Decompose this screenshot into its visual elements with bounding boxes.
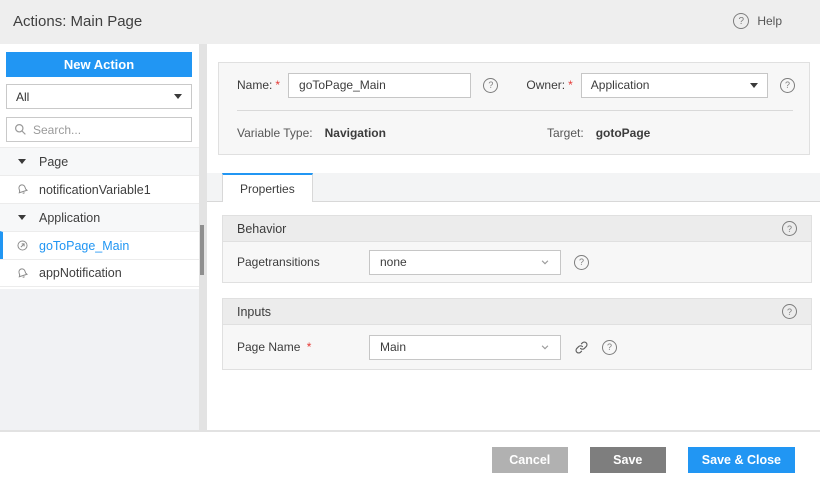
search-icon (15, 124, 26, 135)
page-name-help-icon[interactable] (602, 339, 617, 355)
required-marker: * (306, 340, 312, 354)
inputs-section: Inputs Page Name * Main (222, 298, 812, 370)
search-box[interactable] (6, 117, 192, 142)
tree-item-label: appNotification (39, 266, 122, 280)
chevron-down-icon (540, 342, 550, 352)
variable-type-value: Navigation (324, 126, 386, 140)
dropdown-caret-icon (750, 82, 758, 88)
page-name-value: Main (380, 340, 407, 354)
pagetransitions-help-icon[interactable] (574, 254, 589, 270)
behavior-section-header: Behavior (223, 216, 811, 242)
scrollbar-thumb[interactable] (200, 225, 204, 275)
behavior-section: Behavior Pagetransitions none (222, 215, 812, 283)
owner-select-value: Application (590, 78, 650, 92)
bind-link-button[interactable] (574, 340, 589, 355)
action-detail-panel: Name: * Owner: * Application Variable Ty… (207, 44, 820, 430)
save-button[interactable]: Save (589, 447, 666, 473)
help-question-icon (733, 13, 750, 29)
navigation-action-icon (15, 239, 29, 252)
tree-group-page[interactable]: Page (0, 147, 199, 175)
name-help-icon[interactable] (483, 77, 499, 93)
name-label: Name: (237, 78, 273, 92)
required-marker: * (568, 78, 573, 92)
tab-label: Properties (240, 181, 295, 196)
tab-bar: Properties (207, 173, 820, 202)
variable-type-label: Variable Type: (237, 126, 313, 140)
pagetransitions-dropdown[interactable]: none (369, 249, 561, 275)
save-and-close-button[interactable]: Save & Close (687, 447, 795, 473)
panel-divider (237, 110, 793, 111)
page-name-label: Page Name * (237, 340, 369, 354)
notification-bell-icon (15, 267, 29, 280)
tree-group-label: Application (39, 210, 101, 225)
sidebar-scrollbar[interactable] (199, 44, 207, 430)
filter-select-value: All (16, 89, 30, 104)
tree-group-application[interactable]: Application (0, 203, 199, 231)
page-name-label-text: Page Name (237, 340, 301, 354)
help-label: Help (757, 14, 782, 28)
tree-item-label: goToPage_Main (39, 238, 130, 253)
link-icon (575, 340, 588, 354)
inputs-section-body: Page Name * Main (223, 325, 811, 369)
owner-help-icon[interactable] (780, 77, 795, 93)
filter-select[interactable]: All (6, 84, 192, 109)
owner-select[interactable]: Application (580, 72, 768, 98)
help-button[interactable]: Help (733, 13, 782, 29)
footer-bar: Cancel Save Save & Close (0, 432, 820, 488)
inputs-help-icon[interactable] (782, 304, 797, 319)
tree-group-label: Page (39, 154, 69, 169)
required-marker: * (275, 78, 281, 92)
chevron-down-icon (18, 159, 26, 164)
target-value: gotoPage (595, 126, 651, 140)
chevron-down-icon (18, 215, 26, 220)
inputs-title: Inputs (237, 304, 272, 319)
chevron-down-icon (540, 257, 550, 267)
tree-item-label: notificationVariable1 (39, 182, 151, 197)
behavior-section-body: Pagetransitions none (223, 242, 811, 282)
inputs-section-header: Inputs (223, 299, 811, 325)
search-input[interactable] (33, 122, 184, 137)
action-summary-panel: Name: * Owner: * Application Variable Ty… (218, 62, 810, 155)
new-action-button[interactable]: New Action (6, 52, 192, 77)
pagetransitions-label: Pagetransitions (237, 255, 320, 269)
pagetransitions-value: none (380, 255, 407, 269)
dialog-header: Actions: Main Page Help (0, 0, 820, 44)
tab-properties[interactable]: Properties (222, 173, 313, 202)
page-title: Actions: Main Page (13, 13, 143, 30)
behavior-title: Behavior (237, 221, 287, 236)
page-name-dropdown[interactable]: Main (369, 334, 561, 360)
notification-bell-icon (15, 183, 29, 196)
dropdown-caret-icon (174, 94, 182, 99)
tree-item-goToPage_Main[interactable]: goToPage_Main (0, 231, 199, 259)
owner-label: Owner: (526, 78, 566, 92)
actions-tree: Page notificationVariable1 Application g… (0, 147, 199, 287)
sidebar-filler (0, 289, 199, 430)
tree-item-appNotification[interactable]: appNotification (0, 259, 199, 287)
target-label: Target: (547, 126, 584, 140)
cancel-button[interactable]: Cancel (491, 447, 568, 473)
actions-sidebar: New Action All Page notificationVariable… (0, 44, 199, 430)
name-input[interactable] (288, 72, 472, 98)
behavior-help-icon[interactable] (782, 221, 797, 236)
tree-item-notificationVariable1[interactable]: notificationVariable1 (0, 175, 199, 203)
